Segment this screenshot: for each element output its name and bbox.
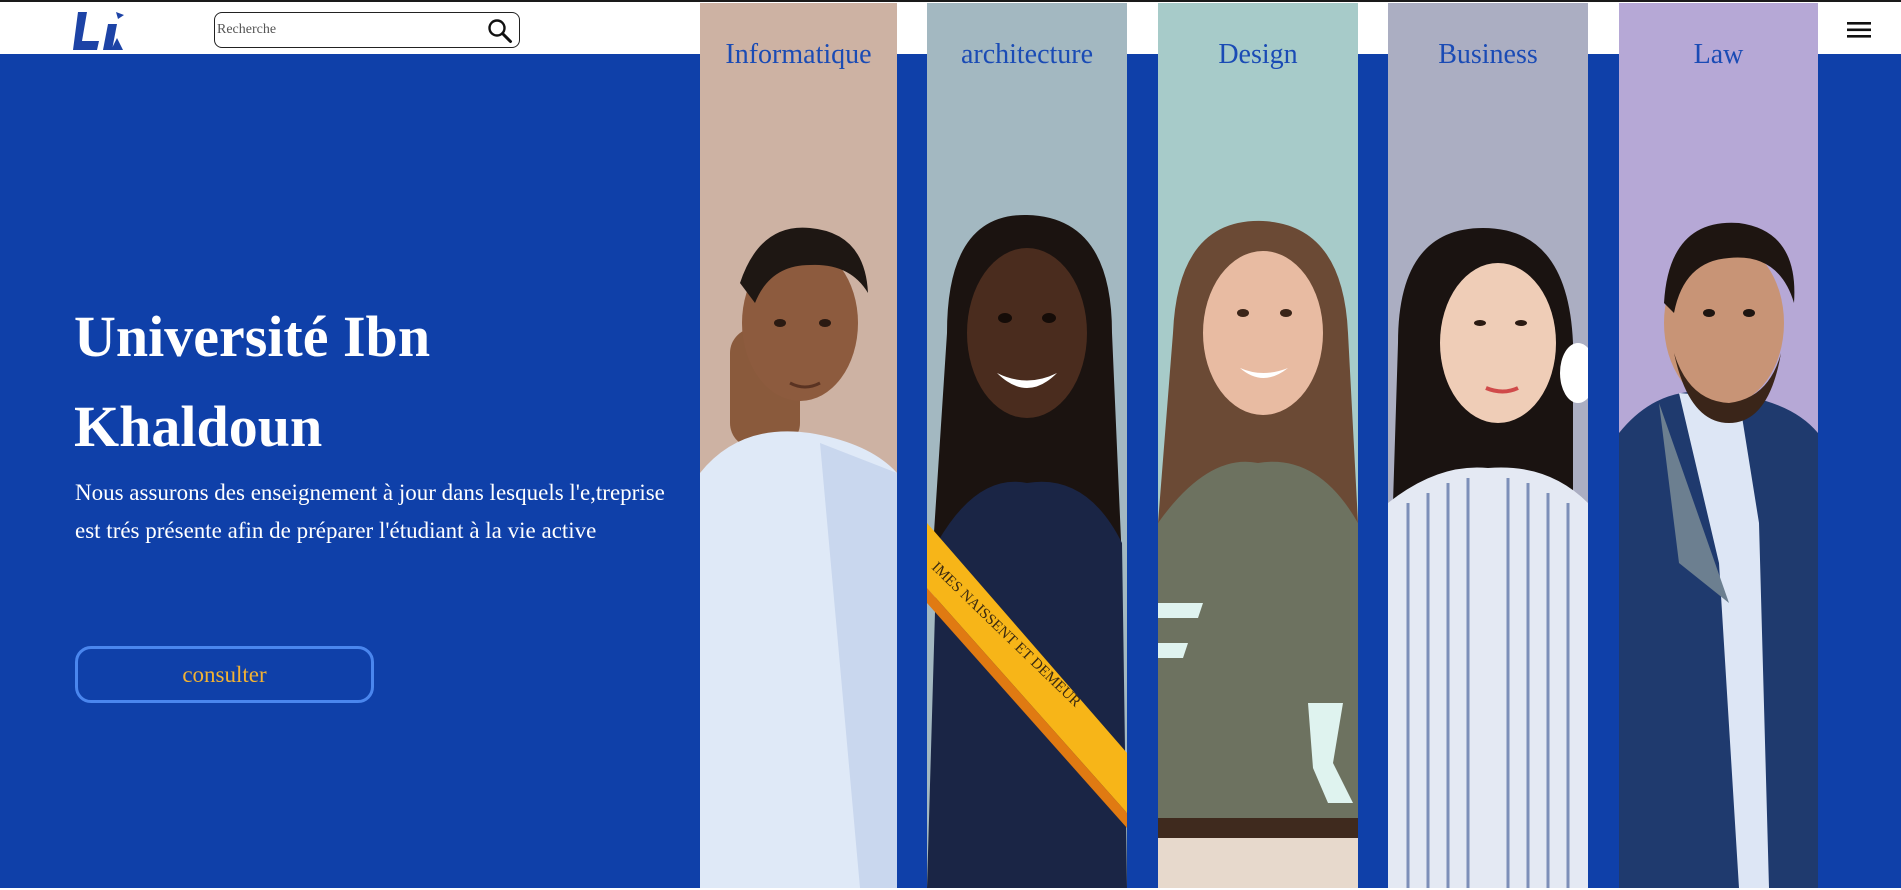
program-column-law[interactable]: Law <box>1619 3 1818 888</box>
student-photo <box>700 227 897 888</box>
student-photo <box>1619 222 1818 888</box>
student-photo <box>1388 228 1588 888</box>
consult-button[interactable]: consulter <box>75 646 374 703</box>
student-photo <box>1158 220 1358 888</box>
search-icon[interactable] <box>487 18 513 44</box>
program-column-design[interactable]: Design <box>1158 3 1358 888</box>
search-box <box>214 12 520 48</box>
hero-title: Université Ibn Khaldoun <box>74 304 431 459</box>
program-column-architecture[interactable]: architecture IMES NAISSENT ET DEMEUR <box>927 3 1127 888</box>
program-column-business[interactable]: Business <box>1388 3 1588 888</box>
program-column-informatique[interactable]: Informatique <box>700 3 897 888</box>
search-input[interactable] <box>217 13 477 47</box>
hero-description: Nous assurons des enseignement à jour da… <box>75 480 665 543</box>
menu-icon[interactable] <box>1847 19 1873 41</box>
university-logo[interactable] <box>73 10 125 52</box>
student-photo: IMES NAISSENT ET DEMEUR <box>927 214 1127 888</box>
